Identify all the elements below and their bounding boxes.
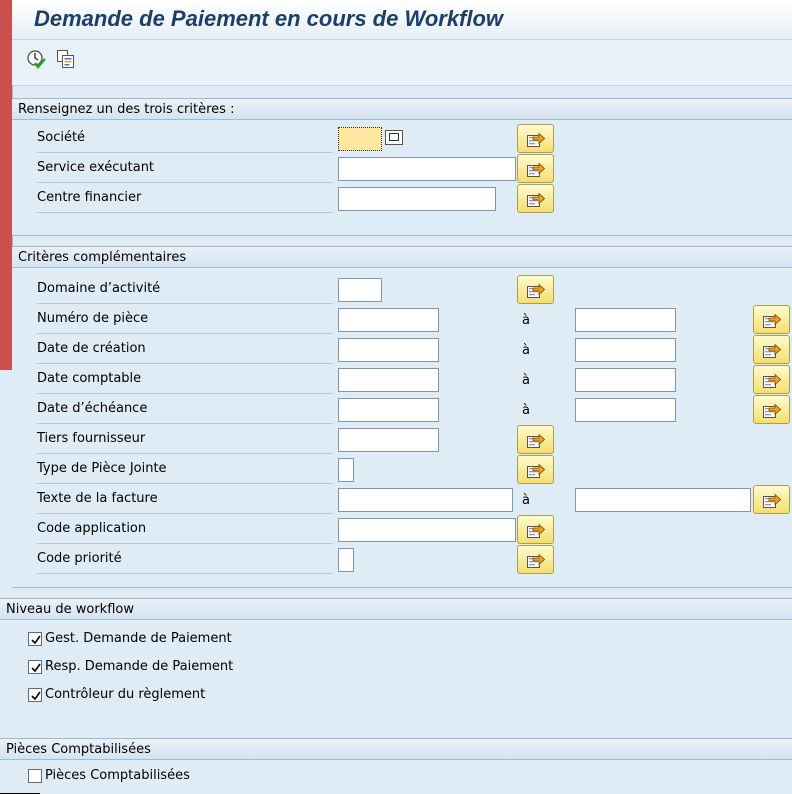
application-toolbar: [0, 40, 792, 86]
group-body: Gest. Demande de Paiement Resp. Demande …: [0, 620, 792, 728]
checkbox-label: Gest. Demande de Paiement: [45, 631, 232, 646]
code-application-input[interactable]: [338, 518, 516, 542]
title-bar: Demande de Paiement en cours de Workflow: [0, 0, 792, 40]
group-body: Société Service exécutant Centre financi…: [12, 120, 792, 236]
field-label-date-creation: Date de création: [37, 336, 333, 364]
range-to-label: à: [522, 313, 530, 328]
checkbox[interactable]: [28, 769, 42, 783]
texte-facture-to-input[interactable]: [575, 488, 751, 512]
field-label-domaine-activite: Domaine d’activité: [37, 276, 333, 304]
group-body: Domaine d’activité Numéro de pièce à Dat…: [12, 268, 792, 588]
field-label-code-priorite: Code priorité: [37, 546, 333, 574]
range-to-label: à: [522, 403, 530, 418]
multiple-selection-button[interactable]: [753, 485, 790, 514]
field-label-date-comptable: Date comptable: [37, 366, 333, 394]
multiple-selection-button[interactable]: [753, 365, 790, 394]
multiple-selection-button[interactable]: [517, 515, 554, 544]
type-piece-jointe-input[interactable]: [338, 458, 354, 482]
field-label-numero-piece: Numéro de pièce: [37, 306, 333, 334]
checkbox[interactable]: [28, 632, 42, 646]
centre-financier-input[interactable]: [338, 187, 496, 211]
workflow-level-group: Niveau de workflow Gest. Demande de Paie…: [0, 598, 792, 728]
field-label-date-echeance: Date d’échéance: [37, 396, 333, 424]
date-creation-to-input[interactable]: [575, 338, 676, 362]
field-label-centre-financier: Centre financier: [37, 185, 333, 213]
field-label-code-application: Code application: [37, 516, 333, 544]
service-executant-input[interactable]: [338, 157, 516, 181]
field-label-tiers-fournisseur: Tiers fournisseur: [37, 426, 333, 454]
code-priorite-input[interactable]: [338, 548, 354, 572]
checkbox-label: Resp. Demande de Paiement: [45, 659, 234, 674]
multiple-selection-button[interactable]: [753, 395, 790, 424]
checkbox-label: Pièces Comptabilisées: [45, 768, 190, 783]
numero-piece-to-input[interactable]: [575, 308, 676, 332]
range-to-label: à: [522, 343, 530, 358]
multiple-selection-icon[interactable]: [56, 49, 76, 69]
group-header: Niveau de workflow: [0, 598, 792, 620]
societe-input[interactable]: [338, 127, 382, 151]
numero-piece-from-input[interactable]: [338, 308, 439, 332]
group-header: Pièces Comptabilisées: [0, 738, 792, 760]
date-comptable-from-input[interactable]: [338, 368, 439, 392]
multiple-selection-button[interactable]: [517, 545, 554, 574]
selection-criteria-group: Renseignez un des trois critères : Socié…: [12, 98, 792, 236]
group-header: Critères complémentaires: [12, 246, 792, 268]
field-label-type-piece-jointe: Type de Pièce Jointe: [37, 456, 333, 484]
range-to-label: à: [522, 373, 530, 388]
field-label-service-executant: Service exécutant: [37, 155, 333, 183]
date-comptable-to-input[interactable]: [575, 368, 676, 392]
accent-strip: [0, 0, 12, 370]
group-title: Renseignez un des trois critères :: [18, 102, 235, 117]
group-title: Pièces Comptabilisées: [6, 742, 151, 757]
checkbox[interactable]: [28, 660, 42, 674]
multiple-selection-button[interactable]: [517, 124, 554, 153]
range-to-label: à: [522, 493, 530, 508]
posted-documents-group: Pièces Comptabilisées Pièces Comptabilis…: [0, 738, 792, 794]
checkbox[interactable]: [28, 688, 42, 702]
group-title: Critères complémentaires: [18, 250, 187, 265]
execute-icon[interactable]: [26, 49, 46, 69]
multiple-selection-button[interactable]: [517, 154, 554, 183]
date-echeance-from-input[interactable]: [338, 398, 439, 422]
tiers-fournisseur-input[interactable]: [338, 428, 439, 452]
multiple-selection-button[interactable]: [753, 335, 790, 364]
multiple-selection-button[interactable]: [517, 425, 554, 454]
field-label-societe: Société: [37, 125, 333, 153]
field-label-texte-facture: Texte de la facture: [37, 486, 333, 514]
multiple-selection-button[interactable]: [517, 455, 554, 484]
checkbox-label: Contrôleur du règlement: [45, 687, 206, 702]
group-body: Pièces Comptabilisées: [0, 760, 792, 794]
complementary-criteria-group: Critères complémentaires Domaine d’activ…: [12, 246, 792, 588]
multiple-selection-icon[interactable]: [385, 130, 403, 145]
page-title: Demande de Paiement en cours de Workflow: [34, 6, 504, 31]
domaine-activite-input[interactable]: [338, 278, 382, 302]
group-title: Niveau de workflow: [6, 602, 134, 617]
group-header: Renseignez un des trois critères :: [12, 98, 792, 120]
multiple-selection-button[interactable]: [517, 275, 554, 304]
texte-facture-from-input[interactable]: [338, 488, 513, 512]
date-creation-from-input[interactable]: [338, 338, 439, 362]
multiple-selection-button[interactable]: [517, 184, 554, 213]
multiple-selection-button[interactable]: [753, 305, 790, 334]
date-echeance-to-input[interactable]: [575, 398, 676, 422]
